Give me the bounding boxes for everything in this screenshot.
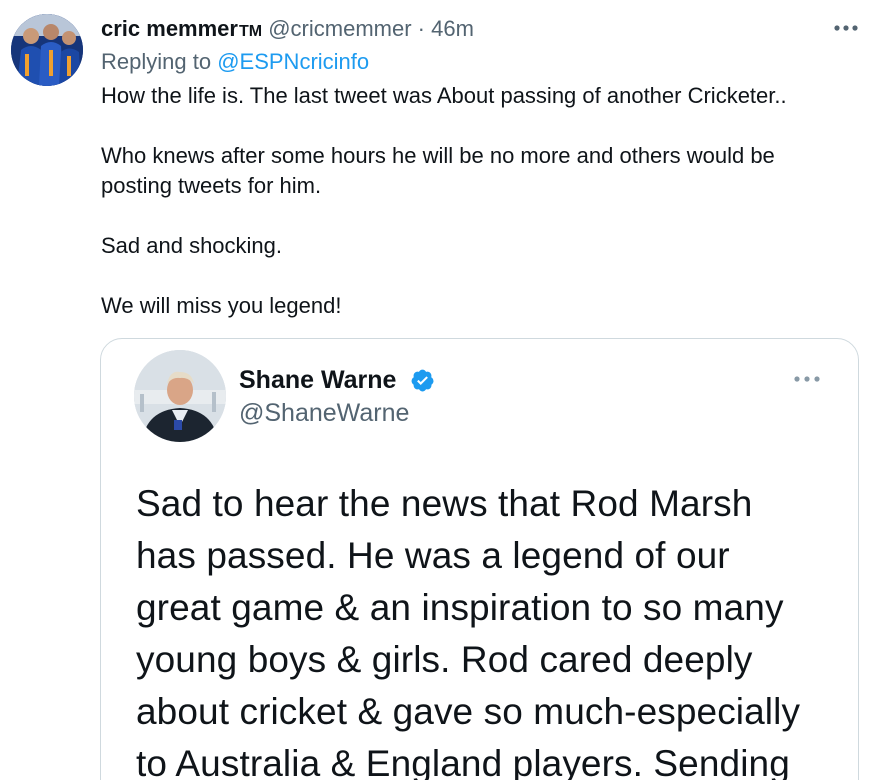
replying-to-link[interactable]: @ESPNcricinfo	[217, 49, 369, 74]
more-horizontal-icon[interactable]	[832, 20, 860, 36]
avatar[interactable]	[11, 14, 83, 86]
quoted-avatar[interactable]	[134, 350, 226, 442]
tweet-text-line: posting tweets for him.	[101, 173, 322, 198]
quoted-tweet-card[interactable]: Shane Warne @ShaneWarne Sad to hear the …	[100, 338, 859, 780]
quoted-author-handle[interactable]: @ShaneWarne	[239, 398, 409, 428]
author-handle[interactable]: @cricmemmer	[268, 16, 411, 41]
quoted-text-line: young boys & girls. Rod cared deeply	[136, 639, 753, 680]
tweet-text-line: Sad and shocking.	[101, 233, 283, 258]
author-name-suffix: TM	[238, 23, 263, 40]
verified-badge-icon	[410, 368, 435, 393]
tweet-text-line: How the life is. The last tweet was Abou…	[101, 83, 787, 108]
more-horizontal-icon[interactable]	[791, 372, 823, 386]
quoted-text-line: about cricket & gave so much-especially	[136, 691, 801, 732]
tweet-text-line: We will miss you legend!	[101, 293, 342, 318]
quoted-author-name[interactable]: Shane Warne	[239, 365, 396, 395]
avatar-image	[11, 14, 83, 86]
tweet[interactable]: cric memmerTM @cricmemmer · 46m Replying…	[0, 0, 873, 780]
quoted-text-line: great game & an inspiration to so many	[136, 587, 784, 628]
tweet-text-line: Who knews after some hours he will be no…	[101, 143, 775, 168]
replying-prefix: Replying to	[101, 49, 212, 74]
header-separator: ·	[417, 16, 425, 41]
quoted-text-line: Sad to hear the news that Rod Marsh	[136, 483, 753, 524]
timestamp[interactable]: 46m	[431, 16, 474, 41]
tweet-header: cric memmerTM @cricmemmer · 46m	[101, 15, 474, 46]
author-name[interactable]: cric memmer	[101, 16, 238, 41]
quoted-text-line: has passed. He was a legend of our	[136, 535, 730, 576]
quoted-text-line: to Australia & England players. Sending	[136, 743, 790, 780]
replying-to: Replying to @ESPNcricinfo	[101, 48, 369, 76]
quoted-avatar-image	[134, 350, 226, 442]
